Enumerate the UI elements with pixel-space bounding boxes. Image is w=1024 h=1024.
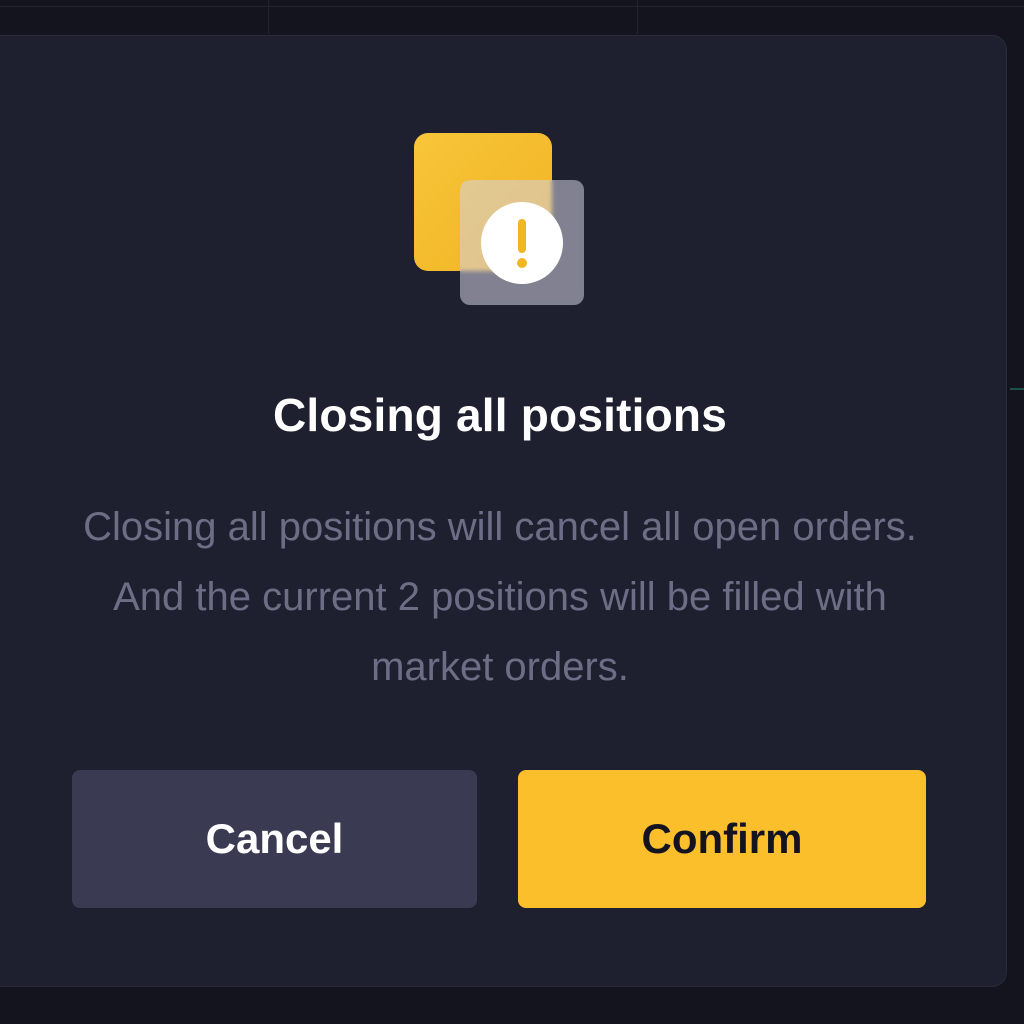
warning-icon <box>414 133 586 307</box>
confirm-button[interactable]: Confirm <box>518 770 926 908</box>
chart-indicator-line <box>1010 388 1024 390</box>
close-positions-dialog: Closing all positions Closing all positi… <box>0 36 1006 986</box>
dialog-message: Closing all positions will cancel all op… <box>83 505 917 689</box>
dialog-title: Closing all positions <box>272 389 727 441</box>
chart-grid-line <box>0 6 1024 7</box>
exclamation-icon <box>481 202 563 284</box>
chart-grid-line <box>268 0 269 34</box>
chart-grid-line <box>637 0 638 34</box>
cancel-button[interactable]: Cancel <box>72 770 477 908</box>
